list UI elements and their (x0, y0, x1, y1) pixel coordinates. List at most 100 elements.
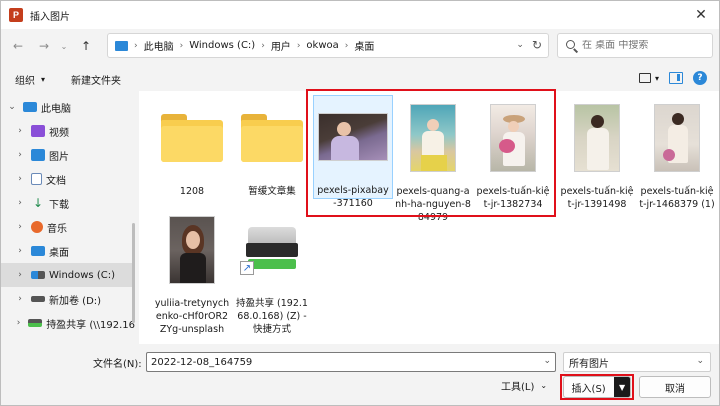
powerpoint-icon: P (9, 8, 23, 22)
search-box[interactable] (557, 33, 713, 58)
chevron-right-icon[interactable]: › (15, 270, 25, 280)
help-icon[interactable]: ? (693, 71, 707, 85)
chevron-down-icon[interactable]: ⌄ (543, 356, 551, 366)
windows-drive-icon (31, 271, 45, 279)
change-view-button[interactable]: ▾ (638, 73, 659, 83)
new-folder-label: 新建文件夹 (71, 75, 122, 87)
file-name: pexels-tuấn-kiệt-jr-1391498 (560, 186, 634, 210)
preview-pane-icon[interactable] (669, 72, 683, 84)
file-name: pexels-tuấn-kiệt-jr-1468379 (1) (639, 186, 715, 210)
sidebar-item-pictures[interactable]: › 图片 (1, 143, 135, 167)
sidebar-item-label: 新加卷 (D:) (49, 295, 102, 307)
sidebar-item-music[interactable]: › 音乐 (1, 215, 135, 239)
breadcrumb-windows-c[interactable]: Windows (C:) (189, 40, 255, 51)
file-item[interactable]: pexels-tuấn-kiệt-jr-1391498 (557, 97, 637, 211)
network-drive-icon (28, 319, 43, 327)
close-button[interactable]: ✕ (691, 5, 711, 25)
view-icon (638, 73, 651, 83)
chevron-down-icon[interactable]: ⌄ (7, 102, 17, 112)
sidebar-item-windows-c[interactable]: › Windows (C:) (1, 263, 135, 287)
sidebar-scrollbar[interactable] (132, 223, 135, 323)
sidebar-item-label: 桌面 (49, 247, 69, 259)
chevron-right-icon[interactable]: › (15, 174, 25, 184)
chevron-down-icon: ⌄ (696, 356, 704, 366)
file-name: 持盈共享 (192.168.0.168) (Z) - 快捷方式 (236, 298, 308, 335)
filename-field[interactable]: ⌄ (146, 352, 556, 372)
image-thumbnail (169, 216, 215, 284)
file-item-selected[interactable]: pexels-pixabay-371160 (313, 95, 393, 209)
tools-label: 工具(L) (501, 382, 535, 393)
tools-menu[interactable]: 工具(L) ⌄ (501, 378, 547, 393)
sidebar-item-videos[interactable]: › 视频 (1, 119, 135, 143)
insert-label: 插入(S) (571, 383, 606, 395)
chevron-right-icon[interactable]: › (15, 126, 25, 136)
chevron-right-icon[interactable]: › (15, 294, 25, 304)
cancel-label: 取消 (665, 383, 685, 395)
sidebar-item-downloads[interactable]: › ↓ 下载 (1, 191, 135, 215)
breadcrumb-this-pc[interactable]: 此电脑 (144, 38, 174, 53)
breadcrumb-desktop[interactable]: 桌面 (354, 38, 374, 53)
forward-button[interactable]: → (35, 36, 53, 56)
breadcrumb-user[interactable]: okwoa (306, 40, 338, 51)
filename-input[interactable] (151, 356, 541, 368)
organize-menu[interactable]: 组织 ▾ (15, 72, 45, 87)
chevron-down-icon[interactable]: ⌄ (516, 40, 524, 50)
address-bar[interactable]: › 此电脑 › Windows (C:) › 用户 › okwoa › 桌面 ⌄… (107, 33, 549, 58)
dialog-footer: 文件名(N): ⌄ 所有图片 ⌄ 工具(L) ⌄ 插入(S) ▼ 取消 (1, 344, 719, 405)
file-name: pexels-tuấn-kiệt-jr-1382734 (476, 186, 550, 210)
arrow-up-icon: ↑ (80, 39, 92, 53)
file-item[interactable]: 1208 (152, 97, 232, 198)
insert-button[interactable]: 插入(S) ▼ (563, 376, 631, 398)
file-item[interactable]: 暂缓文章集 (232, 97, 312, 198)
breadcrumb-chevron-icon: › (296, 40, 301, 51)
desktop-icon (31, 246, 45, 256)
pictures-icon (31, 149, 45, 161)
new-folder-button[interactable]: 新建文件夹 (71, 72, 121, 87)
sidebar-item-network-share[interactable]: › 持盈共享 (\\192.16 (1, 311, 135, 335)
sidebar-item-label: 视频 (49, 127, 69, 139)
file-thumbnail (557, 97, 637, 179)
chevron-down-icon: ⌄ (540, 381, 548, 390)
image-thumbnail (410, 104, 456, 172)
sidebar-item-this-pc[interactable]: ⌄ 此电脑 (1, 95, 135, 119)
breadcrumb-users[interactable]: 用户 (271, 38, 291, 53)
cancel-button[interactable]: 取消 (639, 376, 711, 398)
sidebar-item-label: 持盈共享 (\\192.16 (46, 319, 135, 331)
arrow-left-icon: ← (12, 39, 24, 53)
file-thumbnail: ↗ (232, 209, 312, 291)
file-item[interactable]: yuliia-tretynychenko-cHf0rOR2ZYg-unsplas… (152, 209, 232, 336)
file-name: pexels-quang-anh-ha-nguyen-884979 (395, 186, 471, 223)
image-thumbnail (490, 104, 536, 172)
file-item[interactable]: pexels-tuấn-kiệt-jr-1382734 (473, 97, 553, 211)
search-input[interactable] (582, 40, 712, 51)
insert-options-dropdown[interactable]: ▼ (614, 377, 630, 397)
chevron-right-icon[interactable]: › (15, 150, 25, 160)
file-name: 暂缓文章集 (248, 186, 296, 197)
documents-icon (31, 173, 42, 185)
file-name: pexels-pixabay-371160 (317, 185, 389, 209)
image-thumbnail (574, 104, 620, 172)
sidebar-item-desktop[interactable]: › 桌面 (1, 239, 135, 263)
sidebar-item-documents[interactable]: › 文档 (1, 167, 135, 191)
file-thumbnail (232, 97, 312, 179)
chevron-down-icon: ⌄ (60, 41, 68, 51)
organize-label: 组织 (15, 75, 35, 87)
file-item[interactable]: ↗ 持盈共享 (192.168.0.168) (Z) - 快捷方式 (232, 209, 312, 336)
file-list: 1208 暂缓文章集 pexels-pixabay-371160 pexels-… (139, 91, 719, 344)
up-button[interactable]: ↑ (77, 36, 95, 56)
chevron-right-icon[interactable]: › (15, 246, 25, 256)
chevron-right-icon[interactable]: › (15, 198, 25, 208)
breadcrumb-chevron-icon: › (261, 40, 265, 51)
filetype-select[interactable]: 所有图片 ⌄ (563, 352, 711, 372)
file-item[interactable]: pexels-tuấn-kiệt-jr-1468379 (1) (637, 97, 717, 211)
sidebar-item-label: 图片 (49, 151, 69, 163)
title-bar: P 插入图片 ✕ (1, 1, 719, 29)
refresh-icon[interactable]: ↻ (532, 38, 542, 52)
chevron-down-icon: ▾ (41, 74, 46, 84)
recent-locations-button[interactable]: ⌄ (55, 36, 73, 56)
sidebar-item-drive-d[interactable]: › 新加卷 (D:) (1, 287, 135, 311)
chevron-right-icon[interactable]: › (15, 222, 25, 232)
file-item[interactable]: pexels-quang-anh-ha-nguyen-884979 (393, 97, 473, 224)
back-button[interactable]: ← (9, 36, 27, 56)
chevron-right-icon[interactable]: › (15, 318, 22, 328)
